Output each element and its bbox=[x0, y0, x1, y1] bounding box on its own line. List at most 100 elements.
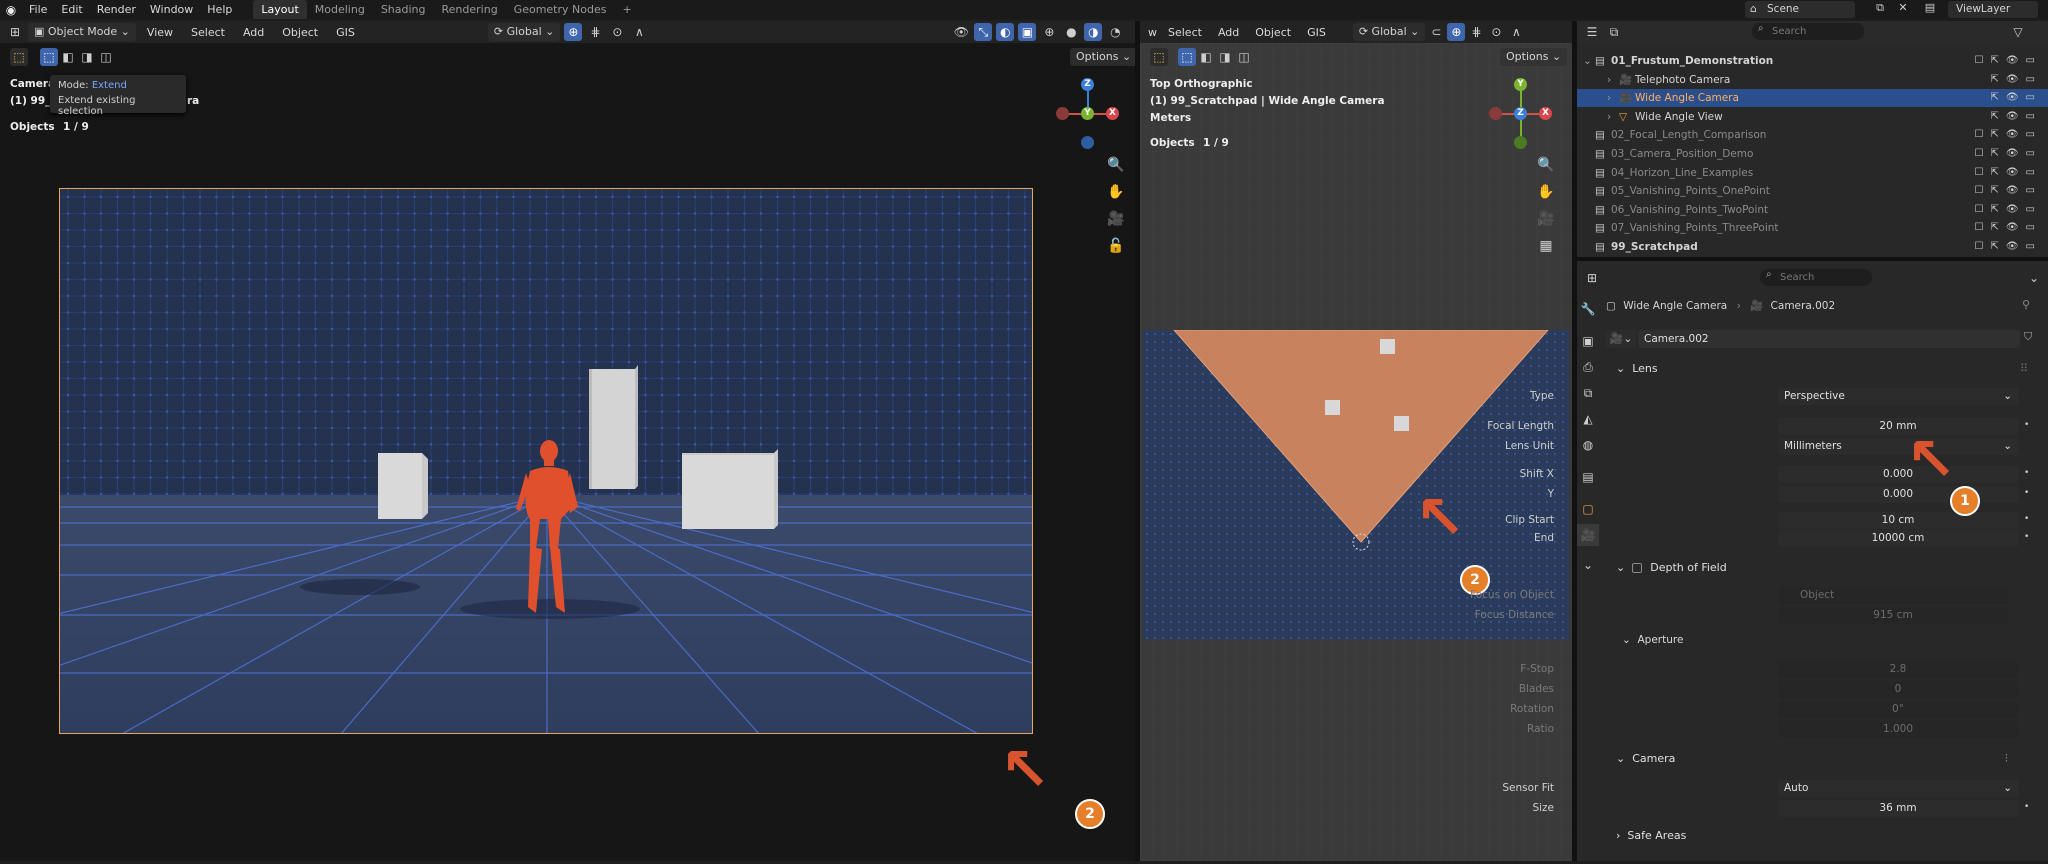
outliner-row[interactable]: ▤ 06_Vanishing_Points_TwoPoint ☐⇱👁▭ bbox=[1577, 201, 2048, 219]
data-browse-icon[interactable]: 🎥⌄ bbox=[1606, 330, 1636, 348]
chevron-down-icon[interactable]: ⌄ bbox=[1583, 52, 1592, 70]
collection-tab-icon[interactable]: ▤ bbox=[1577, 466, 1599, 488]
menu-file[interactable]: File bbox=[22, 0, 54, 19]
rendered-shading-icon[interactable]: ◔ bbox=[1106, 23, 1124, 41]
row-visibility-icons[interactable]: ☐⇱👁▭ bbox=[1975, 219, 2043, 237]
material-shading-icon[interactable]: ◑ bbox=[1084, 23, 1103, 41]
xray-icon[interactable]: ▣ bbox=[1018, 23, 1037, 41]
world-tab-icon[interactable]: ◍ bbox=[1577, 434, 1599, 456]
select-subtract-icon[interactable]: ◨ bbox=[78, 48, 96, 66]
row-visibility-icons[interactable]: ☐⇱👁▭ bbox=[1975, 164, 2043, 182]
menu-select[interactable]: Select bbox=[184, 23, 232, 42]
chevron-right-icon[interactable]: › bbox=[1607, 71, 1611, 89]
sensor-fit-dropdown[interactable]: Auto ⌄ bbox=[1778, 780, 2018, 797]
tab-layout[interactable]: Layout bbox=[253, 0, 307, 19]
type-dropdown[interactable]: Perspective ⌄ bbox=[1778, 388, 2018, 405]
clip-start-field[interactable]: 10 cm bbox=[1778, 512, 2018, 529]
focus-object-field[interactable]: Object bbox=[1778, 587, 2008, 604]
output-tab-icon[interactable]: ⎙ bbox=[1577, 356, 1599, 378]
focus-distance-field[interactable]: 915 cm bbox=[1778, 607, 2008, 624]
select-extend-icon-right[interactable]: ◧ bbox=[1197, 48, 1215, 66]
fstop-field[interactable]: 2.8 bbox=[1778, 661, 2018, 678]
shift-x-field[interactable]: 0.000 bbox=[1778, 466, 2018, 483]
outliner-row[interactable]: ▤ 04_Horizon_Line_Examples ☐⇱👁▭ bbox=[1577, 164, 2048, 182]
gizmo-neg-y-axis-right[interactable] bbox=[1514, 136, 1527, 149]
gizmo-neg-x-axis[interactable] bbox=[1056, 107, 1069, 120]
gizmo-y-axis[interactable]: Y bbox=[1081, 107, 1094, 120]
outliner-row[interactable]: ▤ 07_Vanishing_Points_ThreePoint ☐⇱👁▭ bbox=[1577, 219, 2048, 237]
keyframe-dot-icon[interactable]: • bbox=[2024, 488, 2029, 498]
mode-dropdown[interactable]: ▣ Object Mode ⌄ bbox=[28, 23, 136, 41]
menu-render[interactable]: Render bbox=[90, 0, 143, 19]
row-visibility-icons[interactable]: ☐⇱👁▭ bbox=[1975, 201, 2043, 219]
blades-field[interactable]: 0 bbox=[1778, 681, 2018, 698]
select-tool-icon[interactable]: ⬚ bbox=[10, 48, 28, 66]
properties-editor-icon[interactable]: ⊞ bbox=[1583, 269, 1601, 287]
outliner-row[interactable]: ▤ 05_Vanishing_Points_OnePoint ☐⇱👁▭ bbox=[1577, 182, 2048, 200]
zoom-icon-right[interactable]: 🔍 bbox=[1535, 154, 1557, 176]
aperture-header[interactable]: ⌄ Aperture bbox=[1622, 634, 1683, 646]
scene-tab-icon[interactable]: ◭ bbox=[1577, 408, 1599, 430]
data-name-field[interactable]: Camera.002 bbox=[1638, 330, 2020, 348]
navigation-gizmo[interactable]: Z Y X bbox=[1052, 75, 1124, 153]
keyframe-dot-icon[interactable]: • bbox=[2024, 514, 2029, 524]
dof-checkbox[interactable] bbox=[1632, 563, 1642, 573]
menu-add-right[interactable]: Add bbox=[1211, 23, 1246, 42]
add-workspace-icon[interactable]: + bbox=[614, 0, 639, 19]
grid-view-icon-right[interactable]: ▦ bbox=[1535, 235, 1557, 257]
view-layer-icon[interactable]: ▤ bbox=[1915, 1, 1945, 18]
drag-handle-icon[interactable]: ⠿ bbox=[2020, 362, 2028, 375]
clip-end-field[interactable]: 10000 cm bbox=[1778, 530, 2018, 547]
tab-geometry-nodes[interactable]: Geometry Nodes bbox=[506, 0, 615, 19]
snap-icon[interactable]: ⊕ bbox=[564, 23, 583, 41]
row-visibility-icons[interactable]: ☐⇱👁▭ bbox=[1975, 52, 2043, 70]
select-invert-icon-right[interactable]: ◫ bbox=[1235, 48, 1253, 66]
outliner-row[interactable]: ▤ 02_Focal_Length_Comparison ☐⇱👁▭ bbox=[1577, 126, 2048, 144]
select-invert-icon[interactable]: ◫ bbox=[97, 48, 115, 66]
wireframe-shading-icon[interactable]: ⊕ bbox=[1040, 23, 1058, 41]
gizmo-y-axis-right[interactable]: Y bbox=[1514, 78, 1527, 91]
outliner-editor-icon[interactable]: ☰ bbox=[1583, 23, 1601, 41]
fake-user-icon[interactable]: ⛉ bbox=[2024, 330, 2032, 344]
gizmo-x-axis[interactable]: X bbox=[1106, 107, 1119, 120]
pan-hand-icon-right[interactable]: ✋ bbox=[1535, 181, 1557, 203]
camera-data-tab-icon[interactable]: 🎥 bbox=[1577, 524, 1599, 546]
snap-target-icon-right[interactable]: ⋕ bbox=[1467, 23, 1485, 41]
camera-section-header[interactable]: ⌄ Camera bbox=[1606, 748, 2034, 770]
snap-icon-right[interactable]: ⊕ bbox=[1447, 23, 1466, 41]
keyframe-dot-icon[interactable]: • bbox=[2024, 468, 2029, 478]
focal-length-field[interactable]: 20 mm bbox=[1778, 418, 2018, 435]
proportional-edit-icon-right[interactable]: ⊙ bbox=[1487, 23, 1505, 41]
keyframe-dot-icon[interactable]: • bbox=[2024, 532, 2029, 542]
outliner-row[interactable]: ▤ 03_Camera_Position_Demo ☐⇱👁▭ bbox=[1577, 145, 2048, 163]
menu-edit[interactable]: Edit bbox=[54, 0, 89, 19]
menu-window[interactable]: Window bbox=[143, 0, 200, 19]
safe-areas-section-header[interactable]: › Safe Areas bbox=[1606, 825, 2034, 847]
row-visibility-icons[interactable]: ⇱👁▭ bbox=[1990, 108, 2042, 126]
select-new-icon-right[interactable]: ⬚ bbox=[1178, 48, 1196, 66]
next-section-header[interactable] bbox=[1606, 853, 2034, 861]
select-subtract-icon-right[interactable]: ◨ bbox=[1216, 48, 1234, 66]
row-visibility-icons[interactable]: ☐⇱👁▭ bbox=[1975, 238, 2043, 256]
keyframe-dot-icon[interactable]: • bbox=[2024, 420, 2029, 430]
pivot-icon[interactable]: ⊂ bbox=[1427, 23, 1445, 41]
lens-unit-dropdown[interactable]: Millimeters ⌄ bbox=[1778, 438, 2018, 455]
row-visibility-icons[interactable]: ☐⇱👁▭ bbox=[1975, 182, 2043, 200]
presets-icon[interactable]: ⫶ bbox=[2005, 752, 2008, 766]
navigation-gizmo-right[interactable]: Y Z X bbox=[1485, 75, 1557, 153]
editor-type-icon[interactable]: ⊞ bbox=[6, 23, 24, 41]
menu-view[interactable]: View bbox=[140, 23, 180, 42]
menu-select-right[interactable]: Select bbox=[1161, 23, 1209, 42]
camera-view-icon-right[interactable]: 🎥 bbox=[1535, 208, 1557, 230]
outliner-row[interactable]: › 🎥 Wide Angle Camera ⇱👁▭ bbox=[1577, 89, 2048, 108]
select-new-icon[interactable]: ⬚ bbox=[40, 48, 58, 66]
snap-target-icon[interactable]: ⋕ bbox=[586, 23, 604, 41]
lens-section-header[interactable]: ⌄ Lens bbox=[1606, 358, 2034, 380]
select-extend-icon[interactable]: ◧ bbox=[59, 48, 77, 66]
outliner-row[interactable]: › 🎥 Telephoto Camera ⇱👁▭ bbox=[1577, 71, 2048, 89]
visibility-icon[interactable]: 👁 bbox=[952, 23, 970, 41]
pan-hand-icon[interactable]: ✋ bbox=[1105, 181, 1127, 203]
lock-camera-icon[interactable]: 🔓 bbox=[1105, 235, 1127, 257]
orientation-dropdown[interactable]: ⟳ Global ⌄ bbox=[487, 23, 561, 41]
zoom-icon[interactable]: 🔍 bbox=[1105, 154, 1127, 176]
